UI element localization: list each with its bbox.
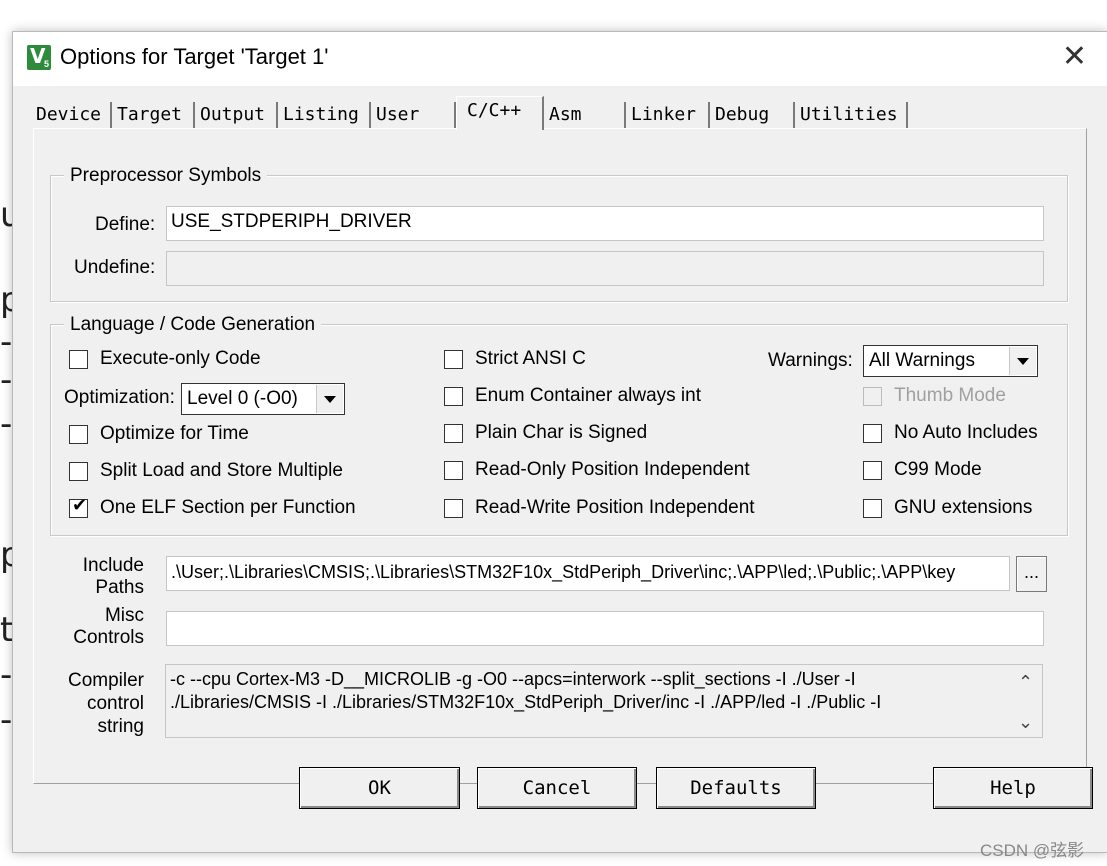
plain-char-label: Plain Char is Signed <box>475 422 648 443</box>
chevron-down-icon[interactable] <box>1009 347 1036 375</box>
c99-mode-label: C99 Mode <box>894 459 982 480</box>
scroll-up-icon[interactable]: ⌃ <box>1018 672 1033 693</box>
tab-c-cpp[interactable]: C/C++ <box>456 96 544 130</box>
tab-target[interactable]: Target <box>112 102 195 128</box>
no-auto-includes-label: No Auto Includes <box>894 422 1038 443</box>
split-load-label: Split Load and Store Multiple <box>100 460 343 481</box>
preprocessor-legend: Preprocessor Symbols <box>64 165 268 187</box>
undefine-label: Undefine: <box>74 257 156 278</box>
tab-user[interactable]: User <box>371 102 456 128</box>
execute-only-label: Execute-only Code <box>100 348 261 369</box>
keil-app-icon: V 5 <box>27 44 51 70</box>
optimize-time-label: Optimize for Time <box>100 423 249 444</box>
compiler-control-string[interactable]: -c --cpu Cortex-M3 -D__MICROLIB -g -O0 -… <box>165 664 1043 738</box>
ro-position-checkbox[interactable] <box>444 461 463 480</box>
compiler-control-label: Compiler control string <box>67 670 144 737</box>
title-bar[interactable]: V 5 Options for Target 'Target 1' ✕ <box>13 32 1107 86</box>
scroll-down-icon[interactable]: ⌄ <box>1018 712 1033 733</box>
optimization-select[interactable]: Level 0 (-O0) <box>181 383 345 415</box>
tab-device[interactable]: Device <box>31 102 112 128</box>
tab-utilities[interactable]: Utilities <box>795 102 908 128</box>
rw-position-label: Read-Write Position Independent <box>475 497 755 518</box>
warnings-label: Warnings: <box>768 350 853 371</box>
undefine-input[interactable] <box>166 251 1044 286</box>
include-paths-label: Include Paths <box>82 555 144 598</box>
watermark: CSDN @弦影 <box>980 841 1085 860</box>
no-auto-includes-checkbox[interactable] <box>863 424 882 443</box>
tab-linker[interactable]: Linker <box>626 102 710 128</box>
background-glyph: - <box>0 655 13 695</box>
defaults-button[interactable]: Defaults <box>656 767 816 809</box>
execute-only-checkbox[interactable] <box>69 350 88 369</box>
close-icon[interactable]: ✕ <box>1062 42 1087 72</box>
codegen-legend: Language / Code Generation <box>64 314 322 336</box>
one-elf-checkbox[interactable]: ✔ <box>69 495 88 518</box>
gnu-extensions-label: GNU extensions <box>894 497 1033 518</box>
ro-position-label: Read-Only Position Independent <box>475 459 750 480</box>
chevron-down-icon[interactable] <box>316 385 343 413</box>
thumb-mode-label: Thumb Mode <box>894 385 1006 406</box>
tab-debug[interactable]: Debug <box>710 102 795 128</box>
strict-ansi-label: Strict ANSI C <box>475 348 586 369</box>
strict-ansi-checkbox[interactable] <box>444 350 463 369</box>
misc-controls-input[interactable] <box>166 611 1044 646</box>
one-elf-label: One ELF Section per Function <box>100 497 356 518</box>
background-glyph: - <box>0 404 13 444</box>
cancel-button[interactable]: Cancel <box>477 767 637 809</box>
help-button[interactable]: Help <box>933 767 1093 809</box>
include-browse-button[interactable]: ... <box>1016 556 1047 592</box>
include-paths-input[interactable]: .\User;.\Libraries\CMSIS;.\Libraries\STM… <box>166 556 1010 591</box>
window-title: Options for Target 'Target 1' <box>60 44 329 69</box>
tab-asm[interactable]: Asm <box>544 102 626 128</box>
background-glyph: - <box>0 322 13 362</box>
warnings-select[interactable]: All Warnings <box>863 345 1038 377</box>
tab-output[interactable]: Output <box>195 102 278 128</box>
split-load-checkbox[interactable] <box>69 462 88 481</box>
rw-position-checkbox[interactable] <box>444 499 463 518</box>
optimization-label: Optimization: <box>64 387 175 408</box>
thumb-mode-checkbox[interactable] <box>863 387 882 406</box>
ok-button[interactable]: OK <box>299 767 460 809</box>
define-label: Define: <box>95 214 156 235</box>
check-icon: ✔ <box>72 495 88 516</box>
misc-controls-label: Misc Controls <box>73 605 144 648</box>
gnu-extensions-checkbox[interactable] <box>863 499 882 518</box>
define-input[interactable]: USE_STDPERIPH_DRIVER <box>166 206 1044 241</box>
optimize-time-checkbox[interactable] <box>69 425 88 444</box>
background-glyph: - <box>0 360 13 400</box>
tab-listing[interactable]: Listing <box>278 102 371 128</box>
enum-int-checkbox[interactable] <box>444 387 463 406</box>
plain-char-checkbox[interactable] <box>444 424 463 443</box>
c99-mode-checkbox[interactable] <box>863 461 882 480</box>
background-glyph: - <box>0 700 13 740</box>
enum-int-label: Enum Container always int <box>475 385 701 406</box>
